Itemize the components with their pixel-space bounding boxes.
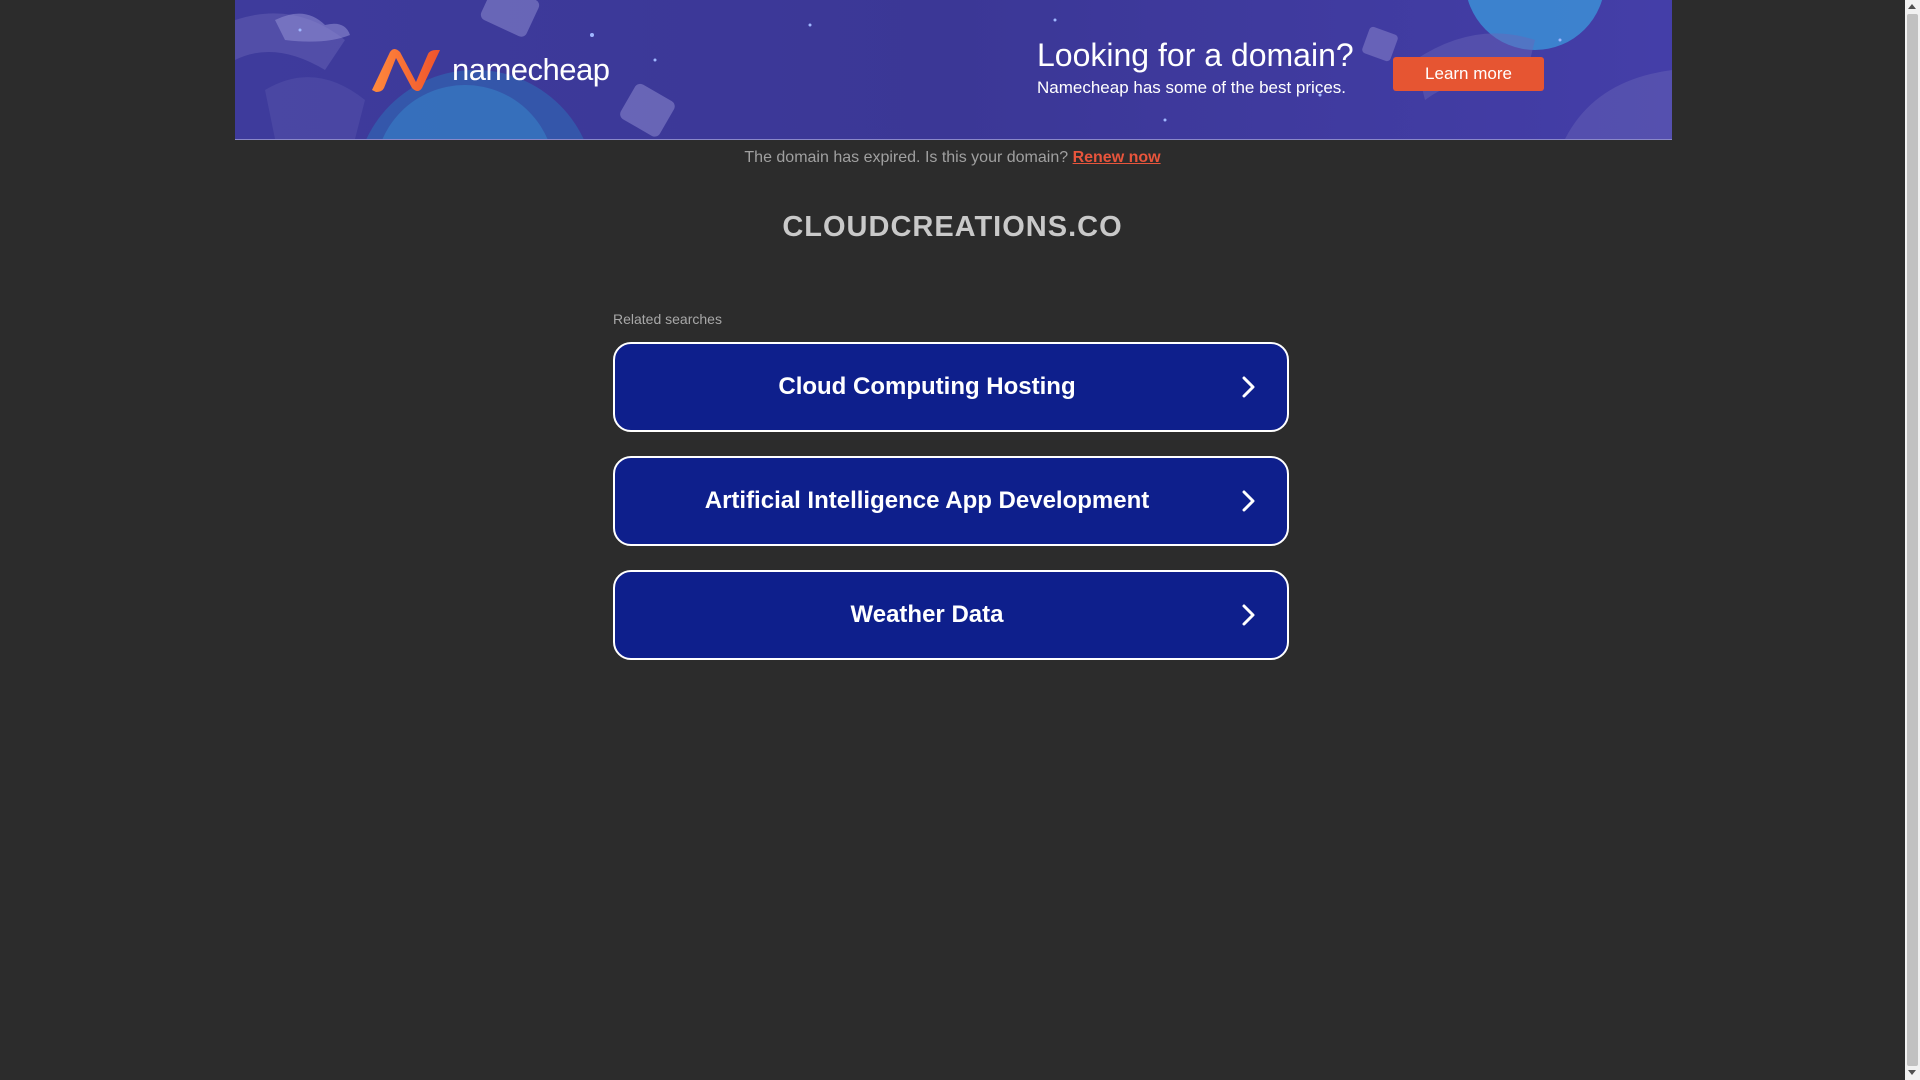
scrollbar-thumb[interactable] <box>1907 14 1918 1066</box>
promo-text: Looking for a domain? Namecheap has some… <box>1037 36 1354 100</box>
chevron-right-icon <box>1242 490 1255 512</box>
promo-banner[interactable]: namecheap Looking for a domain? Namechea… <box>235 0 1672 140</box>
related-searches-label: Related searches <box>613 311 722 327</box>
chevron-right-icon <box>1242 604 1255 626</box>
page: namecheap Looking for a domain? Namechea… <box>0 0 1920 1080</box>
related-search-button[interactable]: Artificial Intelligence App Development <box>613 456 1289 546</box>
learn-more-button[interactable]: Learn more <box>1393 57 1544 91</box>
namecheap-n-icon <box>372 49 440 92</box>
related-search-button[interactable]: Cloud Computing Hosting <box>613 342 1289 432</box>
related-search-button[interactable]: Weather Data <box>613 570 1289 660</box>
related-search-label: Cloud Computing Hosting <box>778 373 1076 400</box>
expired-notice-text: The domain has expired. Is this your dom… <box>744 149 1069 166</box>
logo-wordmark: namecheap <box>452 52 610 87</box>
chevron-right-icon <box>1242 376 1255 398</box>
promo-title: Looking for a domain? <box>1037 37 1354 73</box>
namecheap-logo[interactable]: namecheap <box>370 48 610 92</box>
related-search-label: Weather Data <box>850 601 1004 628</box>
related-search-label: Artificial Intelligence App Development <box>704 487 1150 514</box>
renew-now-link[interactable]: Renew now <box>1073 149 1161 166</box>
domain-title: CLOUDCREATIONS.CO <box>782 211 1123 243</box>
expired-notice: The domain has expired. Is this your dom… <box>0 149 1905 167</box>
promo-subtitle: Namecheap has some of the best prices. <box>1037 78 1346 97</box>
vertical-scrollbar[interactable] <box>1905 0 1920 1080</box>
scroll-up-icon[interactable] <box>1908 4 1916 9</box>
scroll-down-icon[interactable] <box>1908 1070 1916 1075</box>
